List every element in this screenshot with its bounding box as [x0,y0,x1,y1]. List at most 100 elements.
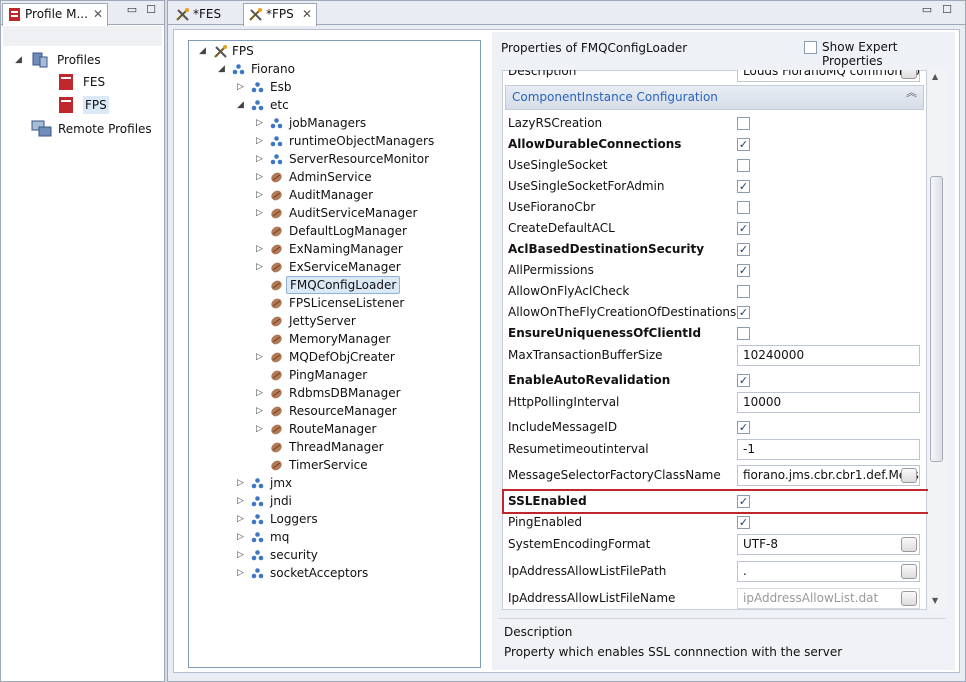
property-value-field[interactable]: 10240000 [737,345,920,366]
checkbox-checked[interactable]: ✓ [737,222,750,235]
config-tree-node[interactable]: ▷ ExServiceManager [189,258,479,276]
property-row[interactable]: SystemEncodingFormat UTF-8 [503,534,924,555]
tree-expand-icon[interactable]: ▷ [237,78,247,96]
close-icon[interactable]: ✕ [93,4,103,24]
profile-tree-item[interactable]: FES [1,73,164,91]
config-tree-node[interactable]: ▷ Esb [189,78,479,96]
close-icon[interactable]: ✕ [302,4,312,24]
config-tree-node[interactable]: ▷ ServerResourceMonitor [189,150,479,168]
config-tree-node[interactable]: ▷ socketAcceptors [189,564,479,582]
tree-expand-icon[interactable]: ▷ [256,402,266,420]
config-tree-node[interactable]: MemoryManager [189,330,479,348]
property-row[interactable]: IpAddressAllowListFilePath. [503,561,924,582]
checkbox-checked[interactable]: ✓ [737,516,750,529]
tree-expand-icon[interactable]: ▷ [256,258,266,276]
property-value-field[interactable]: UTF-8 [737,534,920,555]
tree-collapse-icon[interactable]: ◢ [237,96,247,114]
property-row[interactable]: AllPermissions ✓ [503,260,924,281]
property-value-field[interactable]: fiorano.jms.cbr.cbr1.def.Messa [737,465,920,486]
property-row[interactable]: HttpPollingInterval 10000 [503,392,924,413]
config-tree-node[interactable]: ▷ AuditManager [189,186,479,204]
checkbox-checked[interactable]: ✓ [737,374,750,387]
checkbox-unchecked[interactable] [737,201,750,214]
tree-expand-icon[interactable]: ▷ [256,186,266,204]
checkbox-unchecked[interactable] [737,117,750,130]
config-tree-node[interactable]: DefaultLogManager [189,222,479,240]
scroll-up-icon[interactable]: ▲ [932,72,938,81]
tree-expand-icon[interactable]: ▷ [256,348,266,366]
tree-collapse-icon[interactable]: ◢ [15,51,25,69]
scroll-down-icon[interactable]: ▼ [932,596,938,605]
minimize-icon[interactable]: ▭ [125,4,139,18]
checkbox-checked[interactable]: ✓ [737,180,750,193]
checkbox-unchecked[interactable] [737,159,750,172]
property-row[interactable]: EnsureUniquenessOfClientId [503,323,924,344]
checkbox-unchecked[interactable] [737,327,750,340]
property-row[interactable]: PingEnabled ✓ [503,512,924,533]
config-tree-node[interactable]: ThreadManager [189,438,479,456]
maximize-icon[interactable]: ☐ [940,4,954,18]
property-row[interactable]: MaxTransactionBufferSize 10240000 [503,345,924,366]
ellipsis-button[interactable] [901,468,917,483]
collapse-section-icon[interactable]: ︽ [906,87,917,98]
config-tree-node[interactable]: ▷ Loggers [189,510,479,528]
tree-expand-icon[interactable]: ▷ [256,420,266,438]
config-tree-node[interactable]: ▷ AdminService [189,168,479,186]
property-row[interactable]: CreateDefaultACL ✓ [503,218,924,239]
tree-expand-icon[interactable]: ▷ [256,168,266,186]
property-row[interactable]: MessageSelectorFactoryClassName fiorano.j… [503,465,924,486]
tree-expand-icon[interactable]: ▷ [256,204,266,222]
scrollbar-thumb[interactable] [930,176,943,462]
tree-expand-icon[interactable]: ▷ [237,546,247,564]
property-value-field[interactable]: 10000 [737,392,920,413]
property-value-field[interactable]: . [737,561,920,582]
tree-expand-icon[interactable]: ▷ [237,528,247,546]
config-tree-node[interactable]: ▷ jndi [189,492,479,510]
property-row[interactable]: AllowOnTheFlyCreationOfDestinations ✓ [503,302,924,323]
checkbox-unchecked[interactable] [737,285,750,298]
section-header[interactable]: ComponentInstance Configuration ︽ [505,85,924,110]
profile-tree-item[interactable]: FPS [1,96,164,114]
tree-expand-icon[interactable]: ▷ [256,240,266,258]
config-tree-node[interactable]: ▷ security [189,546,479,564]
property-row[interactable]: IncludeMessageID ✓ [503,417,924,438]
ellipsis-button[interactable] [901,537,917,552]
checkbox-checked[interactable]: ✓ [737,243,750,256]
tree-expand-icon[interactable]: ▷ [237,474,247,492]
property-row[interactable]: LazyRSCreation [503,113,924,134]
tree-collapse-icon[interactable]: ◢ [199,42,209,60]
property-row[interactable]: AclBasedDestinationSecurity ✓ [503,239,924,260]
tree-collapse-icon[interactable]: ◢ [218,60,228,78]
checkbox-checked[interactable]: ✓ [737,421,750,434]
config-tree-node[interactable]: ◢ etc [189,96,479,114]
ellipsis-button[interactable] [901,591,917,606]
maximize-icon[interactable]: ☐ [144,4,158,18]
tab-fps[interactable]: *FPS ✕ [243,3,317,26]
profile-tree-item[interactable]: Remote Profiles [1,120,164,138]
config-tree-node[interactable]: ◢ FPS [189,42,479,60]
profile-tree-item[interactable]: ◢ Profiles [1,51,164,69]
config-tree-node[interactable]: ▷ MQDefObjCreater [189,348,479,366]
ellipsis-button[interactable] [901,564,917,579]
property-row[interactable]: UseSingleSocketForAdmin ✓ [503,176,924,197]
config-tree-node[interactable]: FMQConfigLoader [189,276,479,294]
vertical-scrollbar[interactable]: ▲ ▼ [928,70,946,610]
minimize-icon[interactable]: ▭ [920,4,934,18]
config-tree-node[interactable]: JettyServer [189,312,479,330]
tab-fes[interactable]: *FES [170,3,242,25]
tree-expand-icon[interactable]: ▷ [256,384,266,402]
config-tree-node[interactable]: ▷ RouteManager [189,420,479,438]
config-tree-node[interactable]: ▷ jobManagers [189,114,479,132]
config-tree-node[interactable]: ▷ mq [189,528,479,546]
config-tree-node[interactable]: ▷ RdbmsDBManager [189,384,479,402]
checkbox-checked[interactable]: ✓ [737,264,750,277]
property-row[interactable]: EnableAutoRevalidation ✓ [503,370,924,391]
config-tree-node[interactable]: TimerService [189,456,479,474]
tree-expand-icon[interactable]: ▷ [237,510,247,528]
property-row[interactable]: Resumetimeoutinterval -1 [503,439,924,460]
property-row[interactable]: UseSingleSocket [503,155,924,176]
config-tree-node[interactable]: ▷ runtimeObjectManagers [189,132,479,150]
tab-profile-manager[interactable]: Profile M... ✕ [2,3,108,26]
config-tree-node[interactable]: ▷ AuditServiceManager [189,204,479,222]
config-tree-node[interactable]: ▷ ExNamingManager [189,240,479,258]
